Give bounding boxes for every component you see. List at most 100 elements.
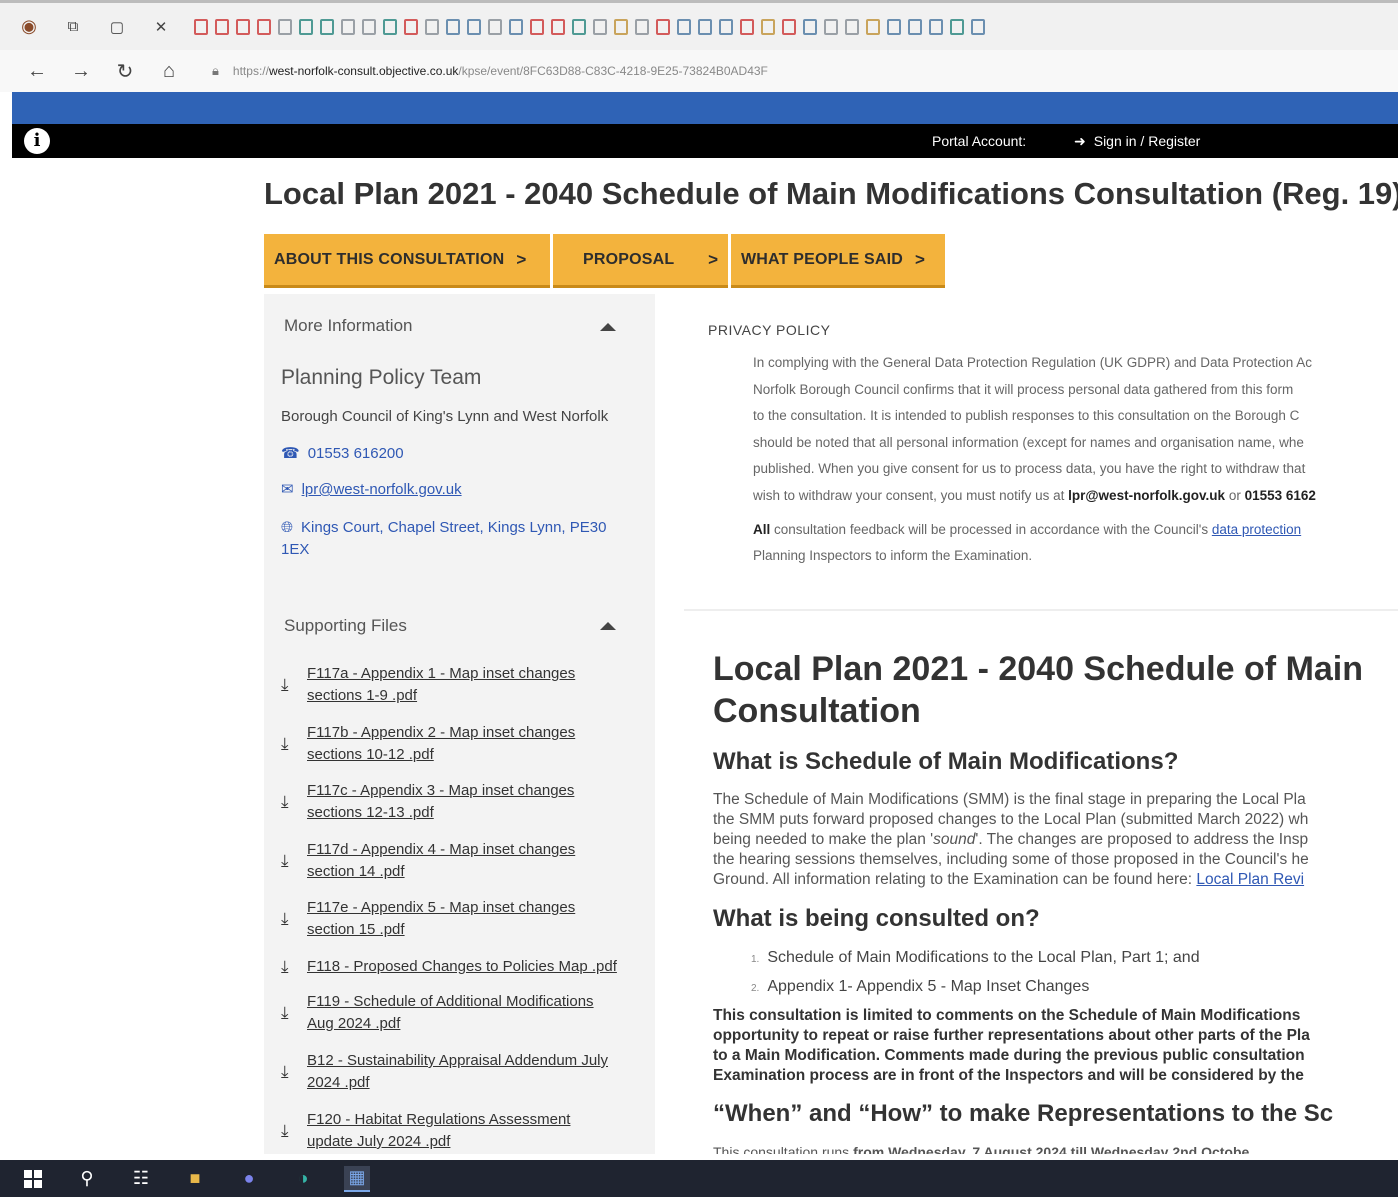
tab-favicon-icon[interactable] [551, 18, 565, 35]
file-item[interactable]: ⤓ F118 - Proposed Changes to Policies Map… [281, 956, 641, 978]
tab-favicon-icon[interactable] [782, 18, 796, 35]
more-information-heading[interactable]: More Information [284, 316, 413, 336]
tab-favicon-icon[interactable] [845, 18, 859, 35]
tab-favicon-icon[interactable] [677, 18, 691, 35]
tab-proposal[interactable]: PROPOSAL > [553, 234, 728, 288]
main-content: PRIVACY POLICY In complying with the Gen… [656, 294, 1398, 1154]
file-link[interactable]: B12 - Sustainability Appraisal Addendum … [307, 1050, 608, 1094]
tab-favicon-icon[interactable] [194, 18, 208, 35]
privacy-line: Planning Inspectors to inform the Examin… [753, 548, 1033, 563]
tab-favicon-icon[interactable] [971, 18, 985, 35]
tab-favicon-icon[interactable] [740, 18, 754, 35]
tab-favicon-icon[interactable] [467, 18, 481, 35]
tab-favicon-icon[interactable] [404, 18, 418, 35]
team-name: Planning Policy Team [281, 366, 482, 389]
file-item[interactable]: ⤓ F117b - Appendix 2 - Map inset changes s… [281, 722, 641, 766]
file-name-line1: F117c - Appendix 3 - Map inset changes [307, 782, 575, 799]
profile-icon[interactable]: ◉ [18, 16, 40, 38]
email-contact[interactable]: ✉ lpr@west-norfolk.gov.uk [281, 479, 641, 501]
tab-favicon-icon[interactable] [593, 18, 607, 35]
tab-favicon-icon[interactable] [425, 18, 439, 35]
tab-about-this-consultation[interactable]: ABOUT THIS CONSULTATION > [264, 234, 550, 288]
back-arrow-icon[interactable]: ← [26, 60, 48, 83]
tab-favicon-icon[interactable] [698, 18, 712, 35]
file-link[interactable]: F117a - Appendix 1 - Map inset changes se… [307, 663, 575, 707]
privacy-line: published. When you give consent for us … [753, 461, 1306, 477]
tab-favicon-icon[interactable] [257, 18, 271, 35]
tab-favicon-icon[interactable] [929, 18, 943, 35]
tab-label: ABOUT THIS CONSULTATION [274, 250, 505, 268]
lock-icon[interactable]: 🔒︎ [212, 63, 219, 79]
task-view-icon[interactable]: ☷ [128, 1166, 154, 1192]
tab-favicon-icon[interactable] [635, 18, 649, 35]
tab-favicon-icon[interactable] [215, 18, 229, 35]
file-link[interactable]: F120 - Habitat Regulations Assessment upd… [307, 1109, 570, 1153]
tab-favicon-icon[interactable] [383, 18, 397, 35]
tab-favicon-icon[interactable] [887, 18, 901, 35]
file-item[interactable]: ⤓ F117c - Appendix 3 - Map inset changes s… [281, 780, 641, 824]
tab-favicon-icon[interactable] [866, 18, 880, 35]
file-item[interactable]: ⤓ F119 - Schedule of Additional Modificat… [281, 991, 641, 1035]
info-icon[interactable]: i [24, 128, 50, 154]
file-item[interactable]: ⤓ F120 - Habitat Regulations Assessment up… [281, 1109, 641, 1153]
file-link[interactable]: F118 - Proposed Changes to Policies Map … [307, 956, 617, 978]
file-link[interactable]: F117d - Appendix 4 - Map inset changes se… [307, 839, 575, 883]
privacy-line: Norfolk Borough Council confirms that it… [753, 381, 1294, 397]
download-icon: ⤓ [281, 1062, 289, 1081]
supporting-files-heading[interactable]: Supporting Files [284, 616, 407, 636]
collapse-caret-icon[interactable] [600, 323, 616, 331]
file-link[interactable]: F117c - Appendix 3 - Map inset changes se… [307, 780, 574, 824]
tab-favicon-icon[interactable] [950, 18, 964, 35]
file-link[interactable]: F117e - Appendix 5 - Map inset changes se… [307, 897, 575, 941]
file-item[interactable]: ⤓ B12 - Sustainability Appraisal Addendum… [281, 1050, 641, 1094]
start-windows-icon[interactable] [20, 1166, 46, 1192]
tab-favicon-icon[interactable] [614, 18, 628, 35]
file-link[interactable]: F117b - Appendix 2 - Map inset changes se… [307, 722, 575, 766]
local-plan-review-link[interactable]: Local Plan Revi [1196, 871, 1304, 888]
collapse-caret-icon[interactable] [600, 622, 616, 630]
data-protection-link[interactable]: data protection [1212, 522, 1301, 537]
file-item[interactable]: ⤓ F117d - Appendix 4 - Map inset changes s… [281, 839, 641, 883]
file-item[interactable]: ⤓ F117e - Appendix 5 - Map inset changes s… [281, 897, 641, 941]
edge-browser-icon[interactable]: ◑ [290, 1166, 316, 1192]
tab-favicon-icon[interactable] [488, 18, 502, 35]
sign-in-link[interactable]: ➜ Sign in / Register [1074, 133, 1200, 150]
file-link[interactable]: F119 - Schedule of Additional Modificati… [307, 991, 594, 1035]
file-item[interactable]: ⤓ F117a - Appendix 1 - Map inset changes s… [281, 663, 641, 707]
search-icon[interactable]: ⚲ [74, 1166, 100, 1192]
tab-favicon-icon[interactable] [572, 18, 586, 35]
privacy-text: wish to withdraw your consent, you must … [753, 487, 1069, 503]
tab-favicon-icon[interactable] [530, 18, 544, 35]
tab-what-people-said[interactable]: WHAT PEOPLE SAID > [731, 234, 945, 288]
tab-favicon-icon[interactable] [656, 18, 670, 35]
file-name-line2: 2024 .pdf [307, 1074, 370, 1091]
close-tab-icon[interactable]: ✕ [150, 16, 172, 38]
phone-contact[interactable]: ☎ 01553 616200 [281, 443, 641, 465]
app-window-icon[interactable]: ▦ [344, 1165, 370, 1192]
tab-favicon-icon[interactable] [236, 18, 250, 35]
teams-icon[interactable]: ● [236, 1166, 262, 1192]
tab-favicon-icon[interactable] [803, 18, 817, 35]
tab-favicon-icon[interactable] [446, 18, 460, 35]
file-explorer-icon[interactable]: ■ [182, 1166, 208, 1192]
forward-arrow-icon[interactable]: → [70, 60, 92, 83]
tab-favicon-icon[interactable] [908, 18, 922, 35]
smm-line: Ground. All information relating to the … [713, 870, 1309, 890]
tab-favicon-icon[interactable] [341, 18, 355, 35]
tab-favicon-icon[interactable] [761, 18, 775, 35]
tab-favicon-icon[interactable] [719, 18, 733, 35]
home-icon[interactable]: ⌂ [158, 60, 180, 83]
council-name: Borough Council of King's Lynn and West … [281, 408, 609, 425]
tab-favicon-icon[interactable] [824, 18, 838, 35]
tab-favicon-icon[interactable] [362, 18, 376, 35]
tab-actions-icon[interactable]: ▢ [106, 16, 128, 38]
tab-favicon-icon[interactable] [509, 18, 523, 35]
tab-favicon-icon[interactable] [278, 18, 292, 35]
tab-favicon-icon[interactable] [299, 18, 313, 35]
refresh-icon[interactable]: ↻ [114, 59, 136, 84]
email-link[interactable]: lpr@west-norfolk.gov.uk [302, 481, 462, 498]
url-field[interactable]: https://west-norfolk-consult.objective.c… [233, 64, 768, 78]
workspaces-icon[interactable]: ⧉ [62, 16, 84, 38]
smm-text: '. The changes are proposed to address t… [975, 831, 1309, 848]
tab-favicon-icon[interactable] [320, 18, 334, 35]
